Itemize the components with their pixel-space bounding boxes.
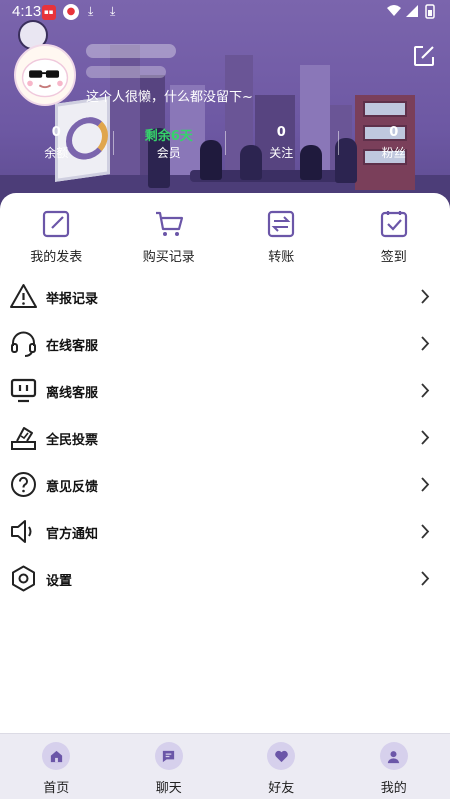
settings-icon xyxy=(12,565,35,592)
quick-my-posts[interactable]: 我的发表 xyxy=(0,209,113,269)
quick-label: 我的发表 xyxy=(30,250,83,265)
quick-transfer[interactable]: 转账 xyxy=(225,209,338,269)
quick-label: 购买记录 xyxy=(142,250,195,265)
stat-label: 粉丝 xyxy=(381,146,406,160)
chevron-right-icon xyxy=(421,336,430,351)
menu-label: 离线客服 xyxy=(46,386,99,401)
menu-label: 全民投票 xyxy=(46,433,99,448)
stat-value: 剩余6天 xyxy=(144,129,193,144)
menu-label: 设置 xyxy=(46,574,73,589)
menu-item-settings[interactable]: 设置 xyxy=(0,555,450,602)
red-app-icon: ▪▪ xyxy=(42,5,56,20)
cart-icon xyxy=(155,211,183,236)
edit-icon xyxy=(414,46,434,66)
stat-balance[interactable]: 0 余额 xyxy=(0,125,113,161)
chevron-right-icon xyxy=(421,524,430,539)
stat-value: 0 xyxy=(389,125,399,140)
nickname-blurred xyxy=(86,44,176,58)
menu-label: 举报记录 xyxy=(46,292,99,307)
menu-item-feedback[interactable]: 意见反馈 xyxy=(0,461,450,508)
tab-label: 好友 xyxy=(268,781,295,796)
quick-label: 转账 xyxy=(268,250,295,265)
download-icon: ⤓ xyxy=(88,4,94,18)
headline-icon: ● xyxy=(63,4,79,20)
chevron-right-icon xyxy=(421,383,430,398)
menu-label: 在线客服 xyxy=(46,339,99,354)
quick-checkin[interactable]: 签到 xyxy=(338,209,450,269)
heart-icon xyxy=(267,742,296,770)
chevron-right-icon xyxy=(421,477,430,492)
speaker-icon xyxy=(11,520,32,543)
checkin-icon xyxy=(380,211,407,238)
quick-label: 签到 xyxy=(380,250,407,265)
profile-stats: 0 余额 剩余6天 会员 0 关注 0 粉丝 xyxy=(0,125,450,161)
stat-fans[interactable]: 0 粉丝 xyxy=(337,125,450,161)
avatar[interactable] xyxy=(14,44,76,106)
monitor-icon xyxy=(10,378,37,403)
warning-icon xyxy=(10,284,37,308)
stat-label: 余额 xyxy=(44,146,69,160)
profile-icon xyxy=(379,742,408,770)
tab-home[interactable]: 首页 xyxy=(0,734,113,799)
transfer-icon xyxy=(268,210,295,238)
tab-chat[interactable]: 聊天 xyxy=(113,734,226,799)
stat-label: 会员 xyxy=(156,146,181,160)
question-icon xyxy=(11,472,36,497)
tab-label: 聊天 xyxy=(155,781,182,796)
content-card: 我的发表 购买记录 转账 签到 举报记录 在线客服 离线客服 全民投票 意见反馈… xyxy=(0,193,450,733)
status-bar: 4:13 ▪▪ ● ⤓ ⤓ xyxy=(0,0,450,26)
status-right-icons xyxy=(386,3,438,23)
quick-actions: 我的发表 购买记录 转账 签到 xyxy=(0,209,450,269)
edit-icon xyxy=(43,210,70,238)
menu-item-official-notice[interactable]: 官方通知 xyxy=(0,508,450,555)
menu-item-vote[interactable]: 全民投票 xyxy=(0,414,450,461)
chevron-right-icon xyxy=(421,571,430,586)
chevron-right-icon xyxy=(421,289,430,304)
tab-label: 首页 xyxy=(43,781,70,796)
quick-purchase-history[interactable]: 购买记录 xyxy=(113,209,226,269)
stat-label: 关注 xyxy=(269,146,294,160)
stat-value: 0 xyxy=(276,125,286,140)
tab-friends[interactable]: 好友 xyxy=(225,734,338,799)
bottom-tab-bar: 首页 聊天 好友 我的 xyxy=(0,733,450,799)
menu-item-report-history[interactable]: 举报记录 xyxy=(0,273,450,320)
download-icon: ⤓ xyxy=(110,4,116,18)
status-time: 4:13 xyxy=(12,3,42,20)
stat-value: 0 xyxy=(51,125,61,140)
menu-label: 官方通知 xyxy=(46,527,99,542)
stat-member[interactable]: 剩余6天 会员 xyxy=(112,125,226,161)
vote-icon xyxy=(11,427,36,450)
tab-label: 我的 xyxy=(380,781,407,796)
menu-label: 意见反馈 xyxy=(46,480,99,495)
tab-mine[interactable]: 我的 xyxy=(338,734,450,799)
chat-icon xyxy=(154,742,183,770)
profile-header: 4:13 ▪▪ ● ⤓ ⤓ 这个人很懒，什么都没留下~ 0 余额 剩余6天 会员… xyxy=(0,0,450,215)
edit-profile-button[interactable] xyxy=(412,44,436,68)
menu-item-online-support[interactable]: 在线客服 xyxy=(0,320,450,367)
menu-list: 举报记录 在线客服 离线客服 全民投票 意见反馈 官方通知 设置 xyxy=(0,273,450,602)
user-id-blurred xyxy=(86,66,166,78)
avatar-image xyxy=(21,58,69,98)
headset-icon xyxy=(11,331,36,357)
stat-following[interactable]: 0 关注 xyxy=(225,125,338,161)
menu-item-offline-support[interactable]: 离线客服 xyxy=(0,367,450,414)
chevron-right-icon xyxy=(421,430,430,445)
wifi-signal-battery-icon xyxy=(387,4,435,19)
home-icon xyxy=(42,742,71,770)
profile-signature: 这个人很懒，什么都没留下~ xyxy=(86,90,253,105)
